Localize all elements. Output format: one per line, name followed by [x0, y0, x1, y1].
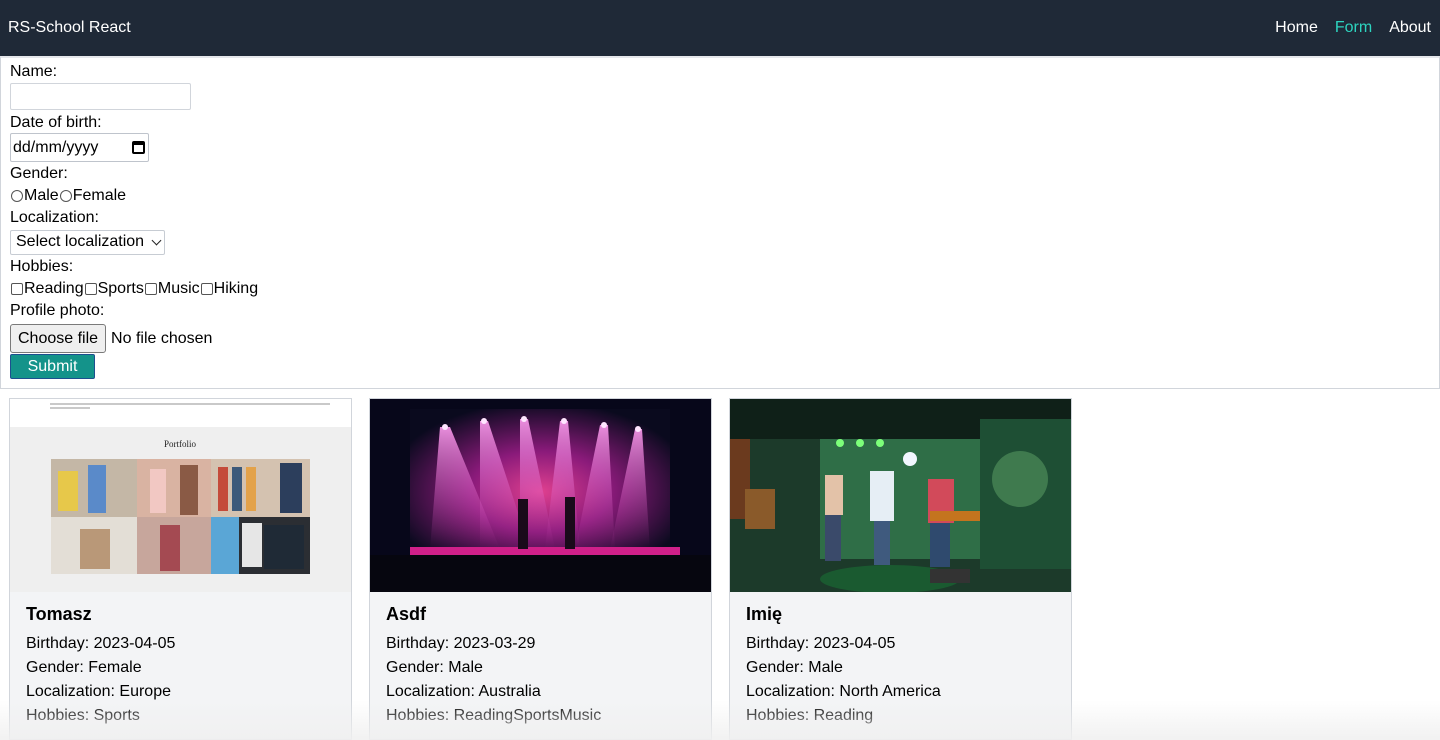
card-hobbies: Hobbies: ReadingSportsMusic: [386, 707, 602, 724]
gender-female-label: Female: [72, 187, 127, 204]
card-name: Asdf: [386, 604, 426, 624]
hobby-reading-checkbox[interactable]: [11, 283, 23, 295]
choose-file-button[interactable]: Choose file: [10, 324, 107, 353]
brand-title: RS-School React: [8, 19, 131, 36]
name-input[interactable]: [10, 83, 191, 110]
hobby-option-hiking[interactable]: Hiking: [200, 280, 258, 298]
card-image-band: [730, 399, 1071, 592]
submit-button[interactable]: Submit: [10, 354, 95, 379]
card-hobbies: Hobbies: Sports: [26, 707, 140, 724]
card-body: Imię Birthday: 2023-04-05 Gender: Male L…: [730, 592, 1071, 728]
hobby-hiking-label: Hiking: [213, 280, 259, 297]
chevron-down-icon: [151, 235, 162, 245]
dob-label: Date of birth:: [10, 114, 102, 131]
hobby-music-label: Music: [157, 280, 200, 297]
card-image-caption: Portfolio: [164, 439, 197, 449]
calendar-icon[interactable]: [132, 141, 145, 154]
card-image-portfolio: Portfolio: [10, 399, 351, 592]
gender-row: Male Female: [10, 184, 1430, 208]
card-hobbies: Hobbies: Reading: [746, 707, 874, 724]
card-birthday: Birthday: 2023-04-05: [746, 635, 896, 652]
card-body: Tomasz Birthday: 2023-04-05 Gender: Fema…: [10, 592, 351, 728]
card-localization: Localization: North America: [746, 683, 941, 700]
nav-link-home[interactable]: Home: [1275, 19, 1318, 37]
card-name: Imię: [746, 604, 783, 624]
card-list: Portfolio Tomasz Birthday: 2023-04-05 Ge…: [9, 398, 1072, 740]
profile-card: Asdf Birthday: 2023-03-29 Gender: Male L…: [369, 398, 712, 740]
gender-option-female[interactable]: Female: [59, 187, 126, 205]
card-image-concert: [370, 399, 711, 592]
card-birthday: Birthday: 2023-03-29: [386, 635, 536, 652]
name-row: [10, 82, 1430, 110]
hobby-sports-label: Sports: [97, 280, 144, 297]
card-localization: Localization: Australia: [386, 683, 541, 700]
nav-link-about[interactable]: About: [1389, 19, 1431, 37]
file-status: No file chosen: [111, 329, 213, 347]
gender-option-male[interactable]: Male: [10, 187, 59, 205]
hobbies-label: Hobbies:: [10, 258, 74, 275]
profile-card: Imię Birthday: 2023-04-05 Gender: Male L…: [729, 398, 1072, 740]
localization-row: Select localization: [10, 228, 1430, 256]
dob-input[interactable]: dd/mm/yyyy: [10, 133, 149, 162]
hobby-music-checkbox[interactable]: [144, 283, 157, 295]
photo-label: Profile photo:: [10, 302, 105, 319]
localization-select[interactable]: Select localization: [10, 229, 165, 255]
card-localization: Localization: Europe: [26, 683, 171, 700]
photo-row: Choose file No file chosen: [10, 324, 1430, 353]
profile-card: Portfolio Tomasz Birthday: 2023-04-05 Ge…: [9, 398, 352, 740]
gender-male-radio[interactable]: [11, 190, 23, 202]
hobby-option-sports[interactable]: Sports: [84, 280, 144, 298]
gender-male-label: Male: [24, 187, 59, 204]
gender-label: Gender:: [10, 165, 68, 182]
hobby-sports-checkbox[interactable]: [84, 283, 97, 295]
name-label: Name:: [10, 63, 58, 80]
nav-link-form[interactable]: Form: [1335, 19, 1372, 37]
card-gender: Gender: Male: [746, 659, 843, 676]
dob-placeholder: dd/mm/yyyy: [13, 138, 99, 156]
hobby-reading-label: Reading: [24, 280, 84, 297]
card-gender: Gender: Male: [386, 659, 483, 676]
card-gender: Gender: Female: [26, 659, 142, 676]
dob-row: dd/mm/yyyy: [10, 133, 1430, 162]
hobby-option-reading[interactable]: Reading: [10, 280, 84, 298]
hobby-hiking-checkbox[interactable]: [200, 283, 213, 295]
hobbies-row: Reading Sports Music Hiking: [10, 277, 1430, 301]
navbar: RS-School React Home Form About: [0, 0, 1440, 56]
nav-links: Home Form About: [1275, 19, 1431, 37]
localization-label: Localization:: [10, 209, 99, 226]
card-name: Tomasz: [26, 604, 92, 624]
profile-form: Name: Date of birth: dd/mm/yyyy Gender: …: [0, 56, 1440, 389]
gender-female-radio[interactable]: [59, 190, 72, 202]
hobby-option-music[interactable]: Music: [144, 280, 200, 298]
card-birthday: Birthday: 2023-04-05: [26, 635, 176, 652]
card-body: Asdf Birthday: 2023-03-29 Gender: Male L…: [370, 592, 711, 728]
localization-selected: Select localization: [16, 233, 145, 250]
